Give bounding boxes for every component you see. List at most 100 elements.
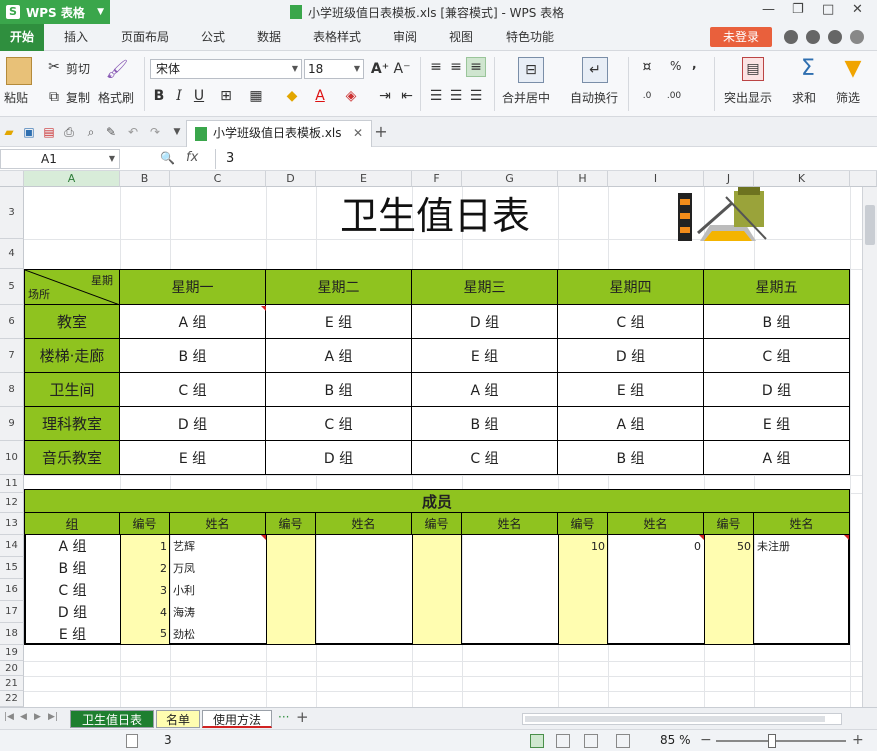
close-icon[interactable]: ✕ bbox=[852, 2, 863, 17]
member-id-cell[interactable]: 2 bbox=[120, 557, 170, 579]
member-id-cell[interactable]: 4 bbox=[120, 601, 170, 623]
minimize-icon[interactable]: — bbox=[762, 2, 775, 17]
app-menu-button[interactable]: S WPS 表格 ▼ bbox=[0, 0, 110, 24]
member-name-cell[interactable]: 小利 bbox=[170, 579, 266, 601]
comment-marker[interactable] bbox=[844, 535, 849, 540]
member-group-cell[interactable]: D 组 bbox=[25, 601, 120, 623]
group-cell[interactable]: A 组 bbox=[704, 441, 849, 474]
maximize-icon[interactable]: □ bbox=[822, 2, 834, 17]
group-cell[interactable]: E 组 bbox=[704, 407, 849, 441]
undo-icon[interactable]: ↶ bbox=[126, 125, 140, 139]
zoom-in-icon[interactable]: + bbox=[852, 732, 864, 748]
group-cell[interactable]: D 组 bbox=[558, 339, 704, 373]
sheet-tab-instructions[interactable]: 使用方法 bbox=[202, 710, 272, 728]
row-header[interactable]: 18 bbox=[0, 623, 24, 645]
italic-icon[interactable]: I bbox=[172, 87, 186, 105]
column-header[interactable]: E bbox=[316, 171, 412, 187]
print-preview-icon[interactable]: ⌕ bbox=[84, 125, 98, 139]
member-group-cell[interactable]: A 组 bbox=[25, 535, 120, 557]
row-header[interactable]: 12 bbox=[0, 493, 24, 513]
align-left-icon[interactable]: ☰ bbox=[428, 87, 444, 105]
row-header[interactable]: 9 bbox=[0, 407, 24, 441]
folder-icon[interactable]: ▰ bbox=[2, 125, 16, 139]
tab-table-style[interactable]: 表格样式 bbox=[302, 24, 372, 51]
format-painter-button[interactable]: 格式刷 bbox=[98, 89, 134, 106]
tab-home[interactable]: 开始 bbox=[0, 24, 44, 51]
name-box[interactable]: A1 ▼ bbox=[0, 149, 120, 169]
new-tab-icon[interactable]: + bbox=[374, 124, 388, 140]
format-painter-icon[interactable]: 🖌 bbox=[106, 57, 129, 81]
member-name-cell[interactable]: 0 bbox=[608, 535, 704, 557]
member-id-cell[interactable]: 10 bbox=[558, 535, 608, 557]
column-header[interactable]: A bbox=[24, 171, 120, 187]
row-header[interactable]: 19 bbox=[0, 645, 24, 661]
font-color-icon[interactable]: A bbox=[310, 87, 330, 105]
row-header[interactable]: 6 bbox=[0, 305, 24, 339]
comma-button[interactable]: , bbox=[692, 57, 697, 71]
percent-button[interactable]: % bbox=[670, 59, 681, 73]
member-group-cell[interactable]: E 组 bbox=[25, 623, 120, 644]
decrease-font-icon[interactable]: A⁻ bbox=[394, 59, 411, 79]
row-header[interactable]: 14 bbox=[0, 535, 24, 557]
member-id-cell[interactable]: 3 bbox=[120, 579, 170, 601]
group-cell[interactable]: E 组 bbox=[266, 305, 412, 339]
group-cell[interactable]: B 组 bbox=[558, 441, 704, 474]
cut-button[interactable]: 剪切 bbox=[66, 60, 90, 77]
column-header[interactable]: D bbox=[266, 171, 316, 187]
merge-center-button[interactable]: 合并居中 bbox=[502, 89, 550, 106]
row-header[interactable]: 11 bbox=[0, 475, 24, 493]
document-tab[interactable]: 小学班级值日表模板.xls ✕ bbox=[186, 120, 372, 147]
group-cell[interactable]: E 组 bbox=[120, 441, 266, 474]
row-header[interactable]: 20 bbox=[0, 661, 24, 676]
group-cell[interactable]: B 组 bbox=[704, 305, 849, 339]
spell-check-icon[interactable]: ✎ bbox=[104, 125, 118, 139]
indent-increase-icon[interactable]: ⇥ bbox=[376, 87, 394, 105]
merge-center-icon[interactable]: ⊟ bbox=[518, 57, 544, 83]
paste-button[interactable]: 粘贴 bbox=[4, 89, 28, 106]
bold-icon[interactable]: B bbox=[152, 87, 166, 105]
underline-icon[interactable]: U bbox=[192, 87, 206, 105]
group-cell[interactable]: C 组 bbox=[266, 407, 412, 441]
group-cell[interactable]: A 组 bbox=[266, 339, 412, 373]
highlight-icon[interactable]: ▤ bbox=[742, 57, 764, 81]
group-cell[interactable]: C 组 bbox=[412, 441, 558, 474]
zoom-lookup-icon[interactable]: 🔍 bbox=[160, 151, 175, 165]
indent-decrease-icon[interactable]: ⇤ bbox=[398, 87, 416, 105]
help-icon[interactable] bbox=[850, 30, 864, 44]
cloud-icon[interactable] bbox=[828, 30, 842, 44]
more-sheets-icon[interactable]: ··· bbox=[278, 710, 289, 724]
align-center-icon[interactable]: ☰ bbox=[448, 87, 464, 105]
sum-button[interactable]: 求和 bbox=[792, 89, 816, 106]
restore-icon[interactable]: ❐ bbox=[792, 2, 804, 17]
group-cell[interactable]: C 组 bbox=[704, 339, 849, 373]
scrollbar-thumb[interactable] bbox=[865, 205, 875, 245]
group-cell[interactable]: C 组 bbox=[558, 305, 704, 339]
prev-sheet-icon[interactable]: ◀ bbox=[20, 712, 27, 722]
add-sheet-icon[interactable]: + bbox=[296, 708, 309, 726]
group-cell[interactable]: C 组 bbox=[120, 373, 266, 407]
align-top-icon[interactable]: ≡ bbox=[428, 59, 444, 75]
row-header[interactable]: 4 bbox=[0, 239, 24, 269]
group-cell[interactable]: A 组 bbox=[412, 373, 558, 407]
increase-decimal-icon[interactable]: .0 bbox=[638, 87, 656, 105]
align-middle-icon[interactable]: ≡ bbox=[448, 59, 464, 75]
member-id-cell[interactable]: 50 bbox=[704, 535, 754, 557]
sheet-tab-schedule[interactable]: 卫生值日表 bbox=[70, 710, 154, 728]
zoom-slider[interactable] bbox=[716, 740, 846, 742]
member-name-cell[interactable]: 艺辉 bbox=[170, 535, 266, 557]
group-cell[interactable]: D 组 bbox=[120, 407, 266, 441]
last-sheet-icon[interactable]: ▶| bbox=[48, 712, 58, 722]
font-size-select[interactable]: 18 ▼ bbox=[304, 59, 364, 79]
row-header[interactable]: 13 bbox=[0, 513, 24, 535]
group-cell[interactable]: E 组 bbox=[412, 339, 558, 373]
first-sheet-icon[interactable]: |◀ bbox=[4, 712, 14, 722]
row-header[interactable]: 16 bbox=[0, 579, 24, 601]
currency-icon[interactable]: ¤ bbox=[638, 59, 656, 75]
group-cell[interactable]: E 组 bbox=[558, 373, 704, 407]
horizontal-scrollbar[interactable] bbox=[522, 713, 842, 725]
group-cell[interactable]: A 组 bbox=[558, 407, 704, 441]
member-group-cell[interactable]: B 组 bbox=[25, 557, 120, 579]
skin-icon[interactable] bbox=[784, 30, 798, 44]
increase-font-icon[interactable]: A⁺ bbox=[371, 59, 389, 79]
formula-input[interactable]: 3 bbox=[215, 149, 877, 169]
